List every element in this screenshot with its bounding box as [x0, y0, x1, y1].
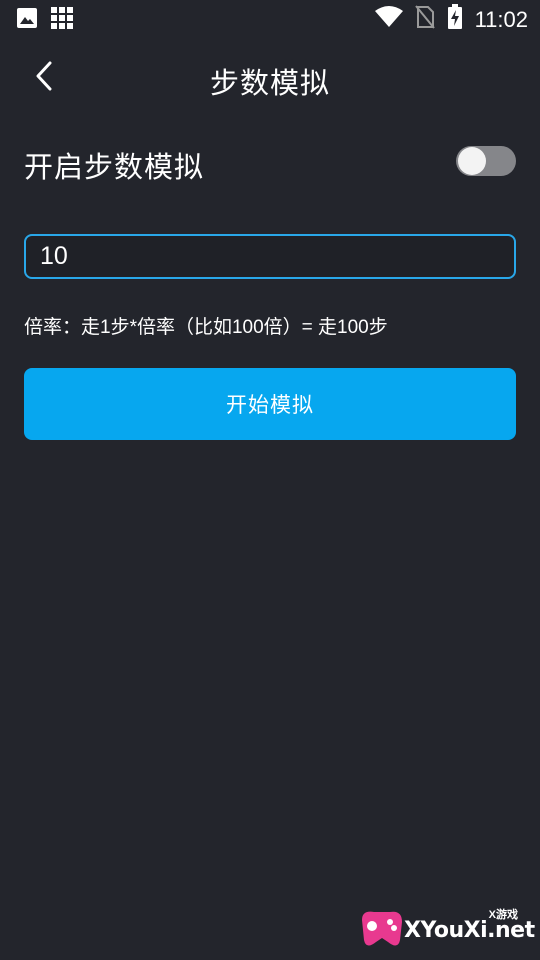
watermark: X游戏 XYouXi.net [352, 900, 535, 956]
grid-icon [50, 6, 74, 35]
status-time: 11:02 [474, 6, 528, 32]
multiplier-input[interactable] [24, 234, 516, 279]
image-icon [16, 7, 38, 34]
wifi-icon [374, 6, 403, 33]
status-bar: 11:02 [0, 0, 540, 36]
start-simulation-button[interactable]: 开始模拟 [24, 368, 516, 440]
status-left-icons [16, 6, 74, 35]
page-title: 步数模拟 [209, 68, 330, 100]
status-right-icons: 11:02 [374, 4, 528, 35]
screen: 11:02 步数模拟 开启步数模拟 倍率：走1步*倍率（比如100倍）= 走10… [0, 0, 540, 960]
step-simulation-toggle-row: 开启步数模拟 [24, 140, 516, 186]
toggle-label: 开启步数模拟 [24, 152, 205, 184]
battery-charging-icon [447, 4, 463, 35]
app-header: 步数模拟 [0, 48, 540, 108]
watermark-text: XYouXi.net [404, 918, 535, 943]
multiplier-hint: 倍率：走1步*倍率（比如100倍）= 走100步 [24, 317, 388, 338]
step-simulation-toggle[interactable] [456, 146, 516, 176]
gamepad-logo-icon [356, 906, 408, 952]
toggle-knob [458, 147, 486, 175]
no-sim-icon [414, 5, 435, 34]
start-button-label: 开始模拟 [226, 394, 314, 417]
